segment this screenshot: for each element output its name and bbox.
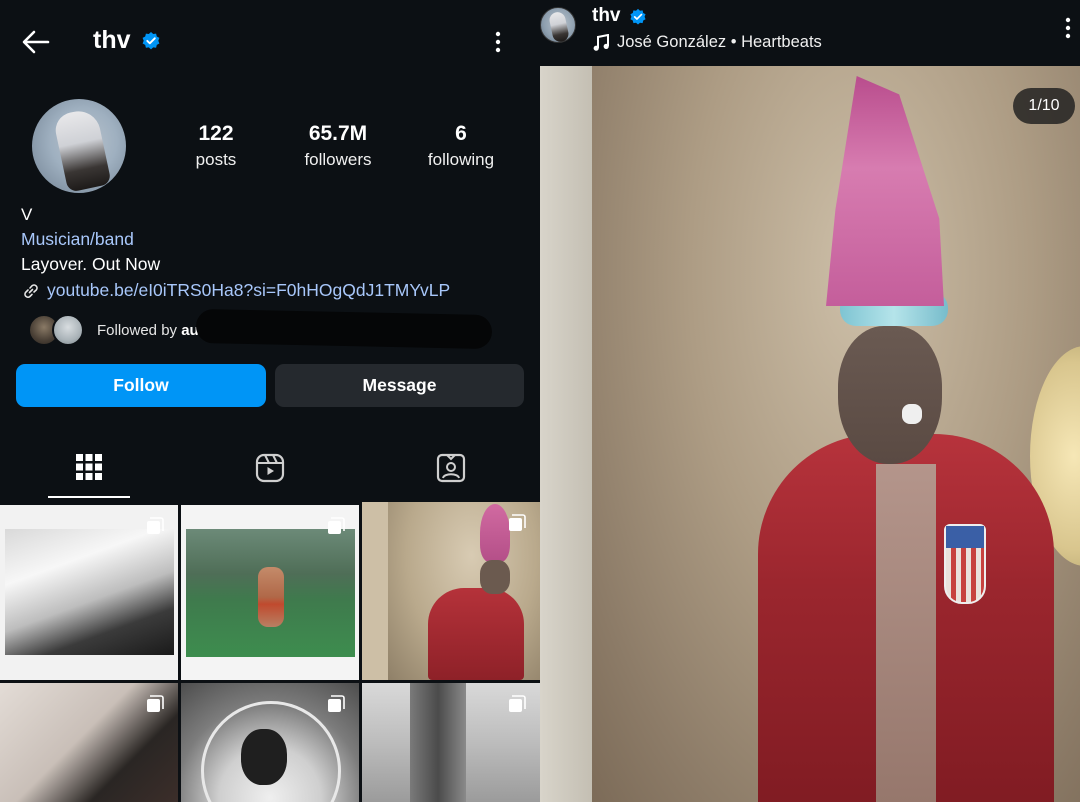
grid-post[interactable]: [0, 683, 178, 802]
posts-count: 122: [198, 122, 234, 145]
follower-avatar: [52, 314, 84, 346]
carousel-icon: [328, 695, 345, 712]
more-options-icon[interactable]: [1058, 14, 1078, 42]
follow-button[interactable]: Follow: [16, 364, 266, 407]
followers-stat[interactable]: 65.7M followers: [288, 122, 388, 170]
carousel-icon: [147, 517, 164, 534]
bio-link[interactable]: youtube.be/eI0iTRS0Ha8?si=F0hHOgQdJ1TMYv…: [47, 280, 450, 301]
post-panel: thv José González • Heartbeats 1/10: [540, 0, 1080, 802]
grid-post[interactable]: [181, 683, 359, 802]
following-count: 6: [455, 122, 467, 145]
bio-name: V: [21, 205, 33, 224]
following-stat[interactable]: 6 following: [418, 122, 504, 170]
grid-post[interactable]: [181, 505, 359, 680]
posts-label: posts: [195, 150, 237, 169]
tagged-icon: [436, 453, 466, 483]
verified-badge-icon: [630, 8, 646, 25]
followers-label: followers: [304, 150, 372, 169]
followed-by-prefix: Followed by: [97, 322, 178, 339]
verified-badge-icon: [142, 32, 160, 50]
grid-post[interactable]: [362, 502, 540, 680]
post-music-label[interactable]: José González • Heartbeats: [617, 33, 822, 52]
grid-icon: [76, 454, 102, 480]
carousel-icon: [509, 514, 526, 531]
tab-tagged[interactable]: [410, 438, 492, 498]
bio-text: Layover. Out Now: [21, 254, 161, 274]
posts-grid: [0, 502, 540, 802]
carousel-counter: 1/10: [1013, 88, 1075, 124]
profile-username: thv: [93, 26, 131, 54]
message-button[interactable]: Message: [275, 364, 524, 407]
reels-icon: [255, 453, 285, 483]
back-arrow-icon[interactable]: [18, 24, 54, 60]
grid-post[interactable]: [0, 505, 178, 680]
carousel-icon: [328, 517, 345, 534]
more-options-icon[interactable]: [486, 28, 510, 56]
carousel-icon: [147, 695, 164, 712]
profile-tabs: [0, 438, 540, 500]
followed-by-avatars[interactable]: [28, 314, 86, 346]
bio-category[interactable]: Musician/band: [21, 229, 134, 250]
carousel-icon: [509, 695, 526, 712]
following-label: following: [427, 150, 495, 169]
followers-count: 65.7M: [308, 122, 368, 145]
profile-top-bar: thv: [0, 0, 540, 82]
link-icon: [24, 284, 38, 298]
tab-posts-grid[interactable]: [48, 438, 130, 498]
tab-reels[interactable]: [229, 438, 311, 498]
profile-panel: thv 122 posts 65.7M followers 6 followin…: [0, 0, 540, 802]
grid-post[interactable]: [362, 683, 540, 802]
profile-avatar[interactable]: [30, 97, 128, 195]
redaction-scribble: [195, 308, 493, 350]
post-author-avatar[interactable]: [540, 7, 576, 43]
posts-stat[interactable]: 122 posts: [178, 122, 254, 170]
music-note-icon: [593, 34, 609, 51]
post-image[interactable]: [540, 66, 1080, 802]
post-username[interactable]: thv: [592, 5, 621, 27]
